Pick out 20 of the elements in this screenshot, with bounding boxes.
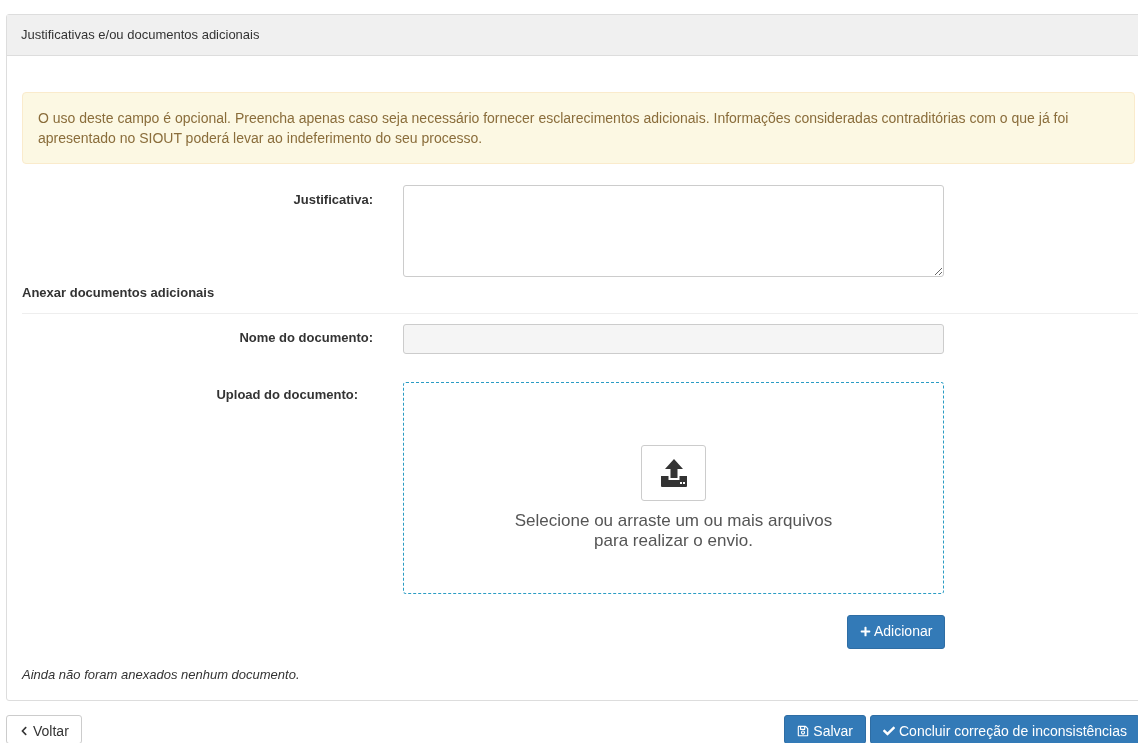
empty-message: Ainda não foram anexados nenhum documento. — [22, 665, 301, 684]
field-label: Justificativa: — [293, 192, 373, 207]
field-label: Nome do documento: — [239, 329, 373, 345]
plus-icon — [860, 626, 871, 637]
alert-text: O uso deste campo é opcional. Preencha apenas caso seja necessário fornecer esclarecimentos adicionais. Informações consideradas contraditórias com o que já foi apresentado no SIOUT poderá levar ao indeferimento do seu processo. — [38, 109, 1070, 148]
section-title: Anexar documentos adicionais — [22, 284, 216, 302]
field-label: Upload do documento: — [216, 386, 358, 402]
back-button[interactable]: Voltar — [6, 715, 82, 743]
file-dropzone[interactable]: Selecione ou arraste um ou mais arquivos para realizar o envio. — [403, 381, 944, 594]
chevron-left-icon — [19, 726, 29, 736]
save-button[interactable]: Salvar — [784, 715, 866, 743]
upload-icon — [660, 458, 687, 487]
panel-title: Justificativas e/ou documentos adicionais — [21, 26, 260, 45]
upload-button[interactable] — [641, 444, 706, 501]
add-button[interactable]: Adicionar — [847, 614, 946, 649]
check-icon — [883, 725, 895, 737]
dropzone-prompt: Selecione ou arraste um ou mais arquivos para realizar o envio. — [514, 510, 833, 551]
conclude-button[interactable]: Concluir correção de inconsistências — [870, 715, 1138, 743]
justification-textarea[interactable] — [403, 185, 944, 277]
document-name-input[interactable] — [403, 323, 944, 354]
